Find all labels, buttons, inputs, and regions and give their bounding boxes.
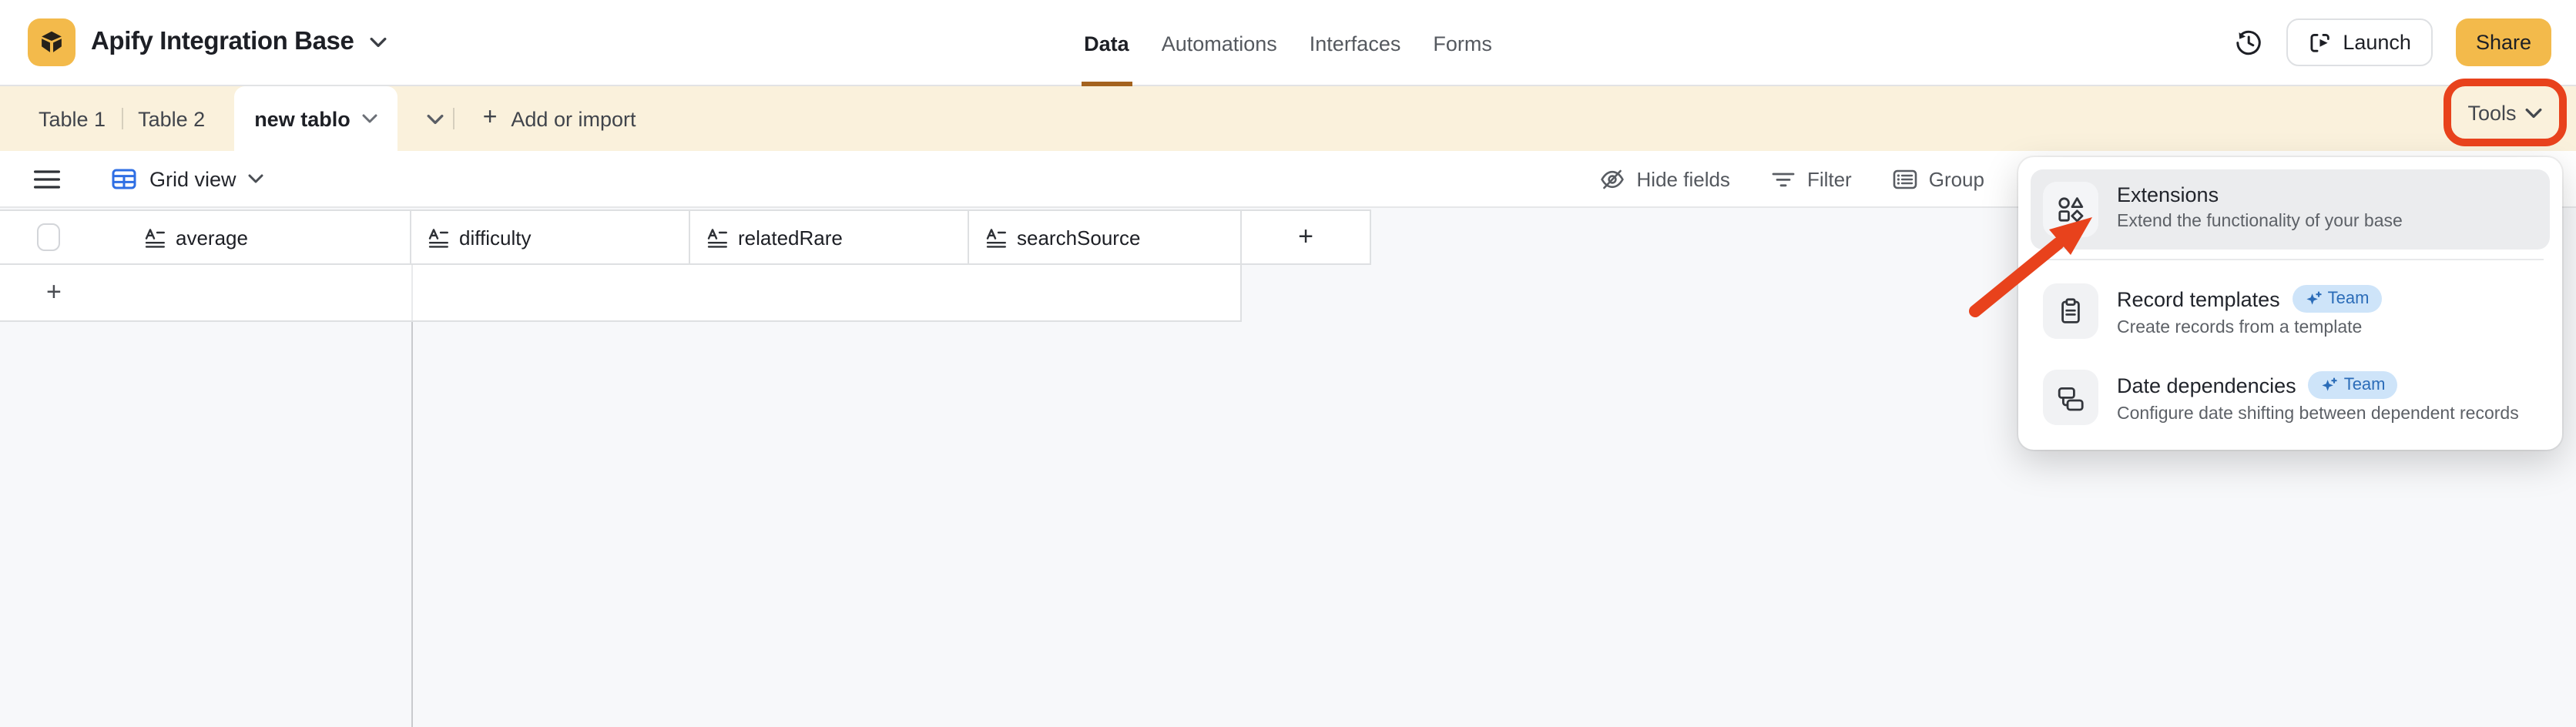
single-line-text-icon xyxy=(428,227,448,247)
column-label: difficulty xyxy=(459,226,531,249)
menu-item-description: Configure date shifting between dependen… xyxy=(2117,405,2519,424)
menu-item-description: Extend the functionality of your base xyxy=(2117,213,2403,231)
share-button-label: Share xyxy=(2476,31,2531,54)
table-list-chevron-icon[interactable] xyxy=(418,113,454,124)
table-tab-2[interactable]: Table 2 xyxy=(122,86,220,151)
tools-dropdown-menu: Extensions Extend the functionality of y… xyxy=(2018,157,2562,450)
menu-item-record-templates[interactable]: Record templates Team Create records fro… xyxy=(2031,271,2550,351)
group-label: Group xyxy=(1929,167,1984,190)
launch-icon xyxy=(2307,30,2332,55)
menu-item-title: Extensions xyxy=(2117,183,2219,206)
badge-label: Team xyxy=(2328,290,2370,308)
add-or-import-label: Add or import xyxy=(511,107,636,130)
column-header-relatedrare[interactable]: relatedRare xyxy=(690,211,969,263)
menu-item-extensions[interactable]: Extensions Extend the functionality of y… xyxy=(2031,169,2550,250)
table-tabbar: Table 1 Table 2 new tablo + Add or impor… xyxy=(0,86,2576,151)
frozen-column-divider xyxy=(411,265,413,320)
extensions-icon xyxy=(2043,182,2098,237)
table-tab-active[interactable]: new tablo xyxy=(234,86,398,151)
column-label: relatedRare xyxy=(738,226,843,249)
group-button[interactable]: Group xyxy=(1892,166,1984,192)
nav-tab-data[interactable]: Data xyxy=(1081,0,1132,86)
filter-icon xyxy=(1770,166,1796,192)
column-label: average xyxy=(176,226,248,249)
table-menu-chevron-icon xyxy=(363,114,378,123)
column-header-difficulty[interactable]: difficulty xyxy=(411,211,690,263)
sparkle-icon xyxy=(2305,290,2322,307)
nav-tab-interfaces[interactable]: Interfaces xyxy=(1306,0,1404,86)
table-tab-1[interactable]: Table 1 xyxy=(23,86,121,151)
tab-separator xyxy=(454,108,455,129)
add-column-button[interactable]: + xyxy=(1242,211,1371,263)
plus-icon: + xyxy=(483,106,498,131)
hide-fields-label: Hide fields xyxy=(1637,167,1730,190)
add-row-button[interactable]: + xyxy=(0,265,1242,322)
filter-button[interactable]: Filter xyxy=(1770,166,1852,192)
frozen-column-divider xyxy=(411,322,413,727)
view-chevron-icon xyxy=(249,174,264,183)
hide-fields-button[interactable]: Hide fields xyxy=(1600,166,1730,192)
filter-label: Filter xyxy=(1807,167,1852,190)
menu-divider xyxy=(2037,259,2544,260)
history-icon[interactable] xyxy=(2233,28,2262,57)
grid-header-row: average difficulty r xyxy=(0,209,1371,265)
menu-item-title: Date dependencies xyxy=(2117,374,2296,397)
record-templates-icon xyxy=(2043,283,2098,339)
column-header-average[interactable]: average xyxy=(0,211,411,263)
single-line-text-icon xyxy=(986,227,1006,247)
eye-slash-icon xyxy=(1600,166,1626,192)
grid-view-icon xyxy=(111,166,137,192)
tools-chevron-icon xyxy=(2526,107,2543,118)
group-icon xyxy=(1892,166,1918,192)
sparkle-icon xyxy=(2321,377,2338,394)
add-row-plus-icon: + xyxy=(46,277,62,308)
single-line-text-icon xyxy=(145,227,165,247)
add-or-import-button[interactable]: + Add or import xyxy=(465,106,655,131)
add-column-plus-icon: + xyxy=(1298,222,1313,253)
tools-button[interactable]: Tools xyxy=(2467,101,2516,124)
nav-tab-automations[interactable]: Automations xyxy=(1159,0,1280,86)
active-table-label: new tablo xyxy=(254,107,351,130)
column-header-searchsource[interactable]: searchSource xyxy=(969,211,1242,263)
menu-item-description: Create records from a template xyxy=(2117,319,2381,337)
tools-button-annotation-ring: Tools xyxy=(2444,79,2567,146)
share-button[interactable]: Share xyxy=(2456,18,2551,66)
team-plan-badge: Team xyxy=(2293,285,2382,313)
date-dependencies-icon xyxy=(2043,370,2098,425)
launch-button[interactable]: Launch xyxy=(2286,18,2433,66)
single-line-text-icon xyxy=(707,227,727,247)
topbar: Apify Integration Base Data Automations … xyxy=(0,0,2576,86)
column-label: searchSource xyxy=(1017,226,1140,249)
team-plan-badge: Team xyxy=(2309,371,2398,399)
topbar-nav: Data Automations Interfaces Forms xyxy=(0,0,2576,86)
app-window: Apify Integration Base Data Automations … xyxy=(0,0,2576,727)
badge-label: Team xyxy=(2344,376,2386,394)
launch-button-label: Launch xyxy=(2343,31,2411,54)
menu-item-date-dependencies[interactable]: Date dependencies Team Configure date sh… xyxy=(2031,357,2550,437)
view-switcher[interactable]: Grid view xyxy=(111,166,264,192)
nav-tab-forms[interactable]: Forms xyxy=(1430,0,1495,86)
menu-item-title: Record templates xyxy=(2117,287,2280,310)
select-all-checkbox[interactable] xyxy=(37,223,60,251)
view-sidebar-toggle-icon[interactable] xyxy=(0,169,77,189)
view-name: Grid view xyxy=(149,167,236,190)
